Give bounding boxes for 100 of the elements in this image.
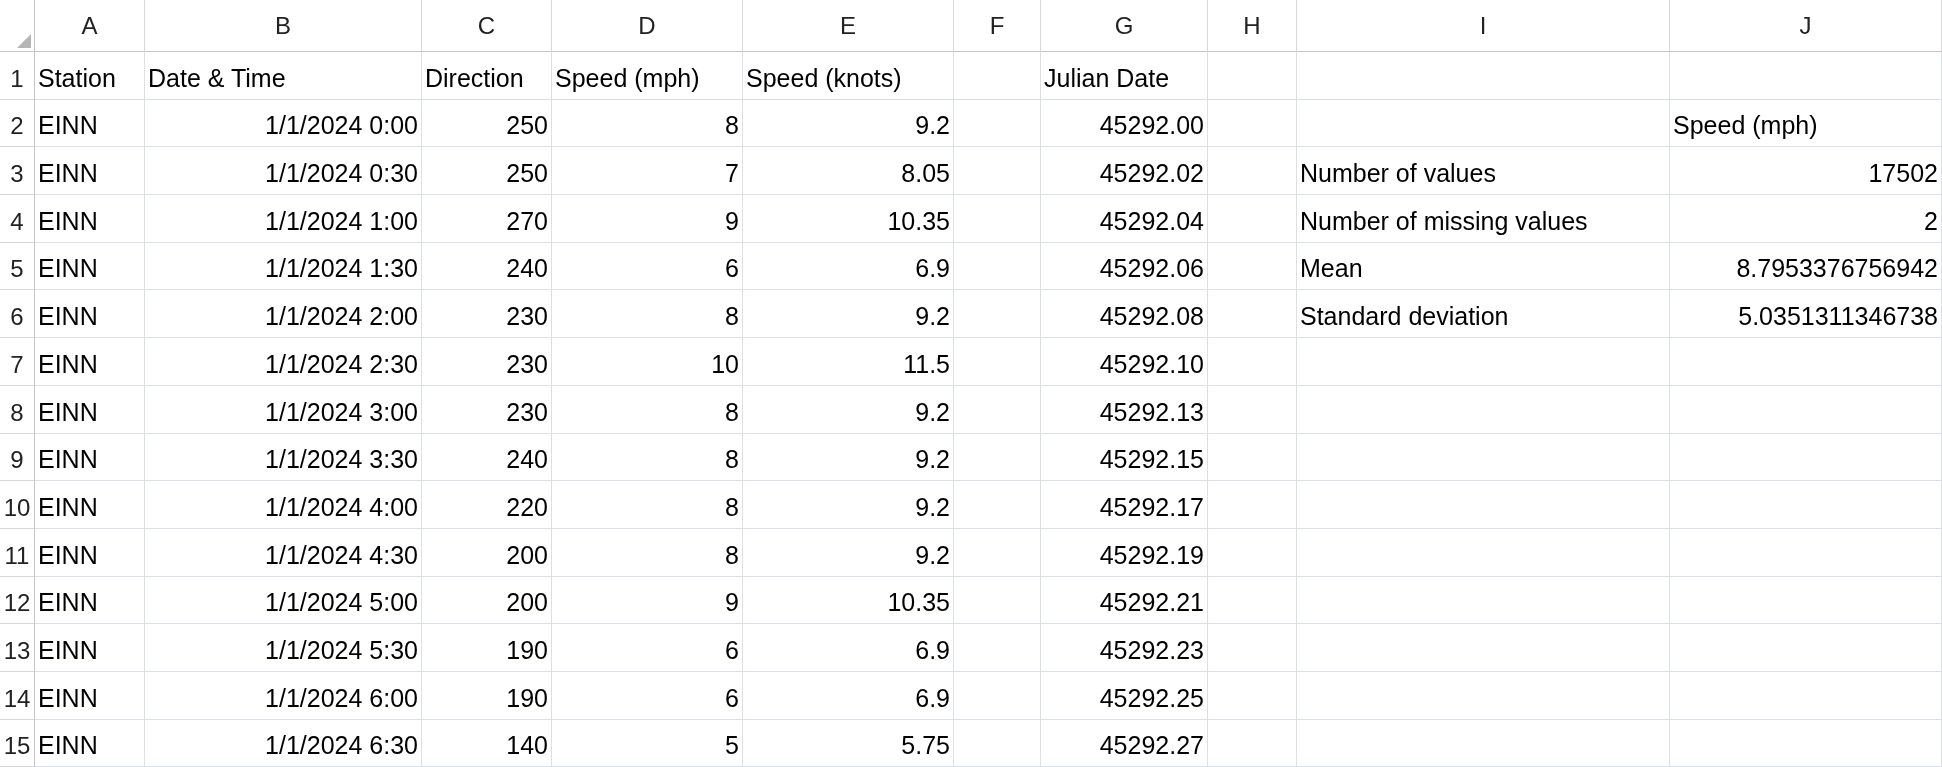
- row-header[interactable]: 4: [0, 195, 35, 243]
- table-cell: EINN: [35, 481, 145, 529]
- table-cell: EINN: [35, 147, 145, 196]
- table-cell: 1/1/2024 3:30: [145, 433, 422, 482]
- table-cell: 45292.08: [1041, 290, 1208, 339]
- column-header[interactable]: I: [1297, 0, 1670, 52]
- table-cell: 190: [422, 671, 552, 720]
- table-cell: 200: [422, 528, 552, 577]
- table-cell: Date & Time: [145, 52, 422, 100]
- table-cell: 190: [422, 624, 552, 672]
- column-header[interactable]: G: [1041, 0, 1208, 52]
- row-header[interactable]: 8: [0, 385, 35, 434]
- table-cell: 45292.15: [1041, 433, 1208, 482]
- table-cell: Speed (mph): [1670, 99, 1942, 148]
- table-cell: 9.2: [743, 481, 954, 529]
- row-header[interactable]: 14: [0, 671, 35, 720]
- table-cell: 5: [552, 719, 743, 767]
- table-cell: 1/1/2024 1:30: [145, 242, 422, 291]
- table-cell: 2: [1670, 195, 1942, 243]
- table-cell: 6.9: [743, 624, 954, 672]
- table-cell: 1/1/2024 0:30: [145, 147, 422, 196]
- column-header[interactable]: F: [954, 0, 1041, 52]
- table-cell: 8: [552, 99, 743, 148]
- table-cell: 11.5: [743, 338, 954, 386]
- table-cell: EINN: [35, 385, 145, 434]
- table-cell: 6.9: [743, 242, 954, 291]
- table-cell: 1/1/2024 1:00: [145, 195, 422, 243]
- table-cell: 8: [552, 290, 743, 339]
- row-header[interactable]: 1: [0, 52, 35, 100]
- table-cell: 8.05: [743, 147, 954, 196]
- column-header[interactable]: B: [145, 0, 422, 52]
- table-cell: 45292.13: [1041, 385, 1208, 434]
- table-cell: 230: [422, 338, 552, 386]
- table-cell: 9.2: [743, 99, 954, 148]
- table-cell: 200: [422, 576, 552, 625]
- row-header[interactable]: 6: [0, 290, 35, 339]
- row-header[interactable]: 9: [0, 433, 35, 482]
- table-cell: 6: [552, 624, 743, 672]
- row-header[interactable]: 12: [0, 576, 35, 625]
- table-cell: 230: [422, 290, 552, 339]
- row-header[interactable]: 10: [0, 481, 35, 529]
- table-cell: 1/1/2024 5:30: [145, 624, 422, 672]
- column-header[interactable]: E: [743, 0, 954, 52]
- table-cell: 6.9: [743, 671, 954, 720]
- table-cell: 9.2: [743, 290, 954, 339]
- table-cell: 1/1/2024 4:30: [145, 528, 422, 577]
- table-cell: 1/1/2024 2:00: [145, 290, 422, 339]
- row-header[interactable]: 3: [0, 147, 35, 196]
- table-cell: 45292.02: [1041, 147, 1208, 196]
- table-cell: 1/1/2024 6:30: [145, 719, 422, 767]
- table-cell: 10.35: [743, 195, 954, 243]
- table-cell: 8.7953376756942: [1670, 242, 1942, 291]
- column-header[interactable]: H: [1208, 0, 1297, 52]
- table-cell: 240: [422, 242, 552, 291]
- table-cell: 1/1/2024 4:00: [145, 481, 422, 529]
- table-cell: 270: [422, 195, 552, 243]
- table-cell: 9.2: [743, 433, 954, 482]
- column-header[interactable]: J: [1670, 0, 1942, 52]
- table-cell: 45292.23: [1041, 624, 1208, 672]
- table-cell: 45292.19: [1041, 528, 1208, 577]
- row-header[interactable]: 7: [0, 338, 35, 386]
- table-cell: Number of missing values: [1297, 195, 1670, 243]
- table-cell: 8: [552, 528, 743, 577]
- table-cell: 1/1/2024 2:30: [145, 338, 422, 386]
- table-cell: Speed (knots): [743, 52, 954, 100]
- table-cell: 45292.00: [1041, 99, 1208, 148]
- table-cell: 230: [422, 385, 552, 434]
- table-cell: EINN: [35, 624, 145, 672]
- column-header[interactable]: D: [552, 0, 743, 52]
- row-header[interactable]: 15: [0, 719, 35, 767]
- column-header[interactable]: C: [422, 0, 552, 52]
- table-cell: EINN: [35, 290, 145, 339]
- table-cell: 6: [552, 671, 743, 720]
- table-cell: 1/1/2024 3:00: [145, 385, 422, 434]
- table-cell: 5.75: [743, 719, 954, 767]
- row-header[interactable]: 5: [0, 242, 35, 291]
- table-cell: Direction: [422, 52, 552, 100]
- table-cell: Station: [35, 52, 145, 100]
- row-header[interactable]: 13: [0, 624, 35, 672]
- table-cell: 9.2: [743, 385, 954, 434]
- table-cell: EINN: [35, 719, 145, 767]
- table-cell: 9: [552, 576, 743, 625]
- table-cell: 250: [422, 99, 552, 148]
- table-cell: 10: [552, 338, 743, 386]
- table-cell: Number of values: [1297, 147, 1670, 196]
- table-cell: 17502: [1670, 147, 1942, 196]
- table-cell: 45292.25: [1041, 671, 1208, 720]
- column-header[interactable]: A: [35, 0, 145, 52]
- table-cell: 9.2: [743, 528, 954, 577]
- table-cell: 45292.21: [1041, 576, 1208, 625]
- row-header[interactable]: 2: [0, 99, 35, 148]
- table-cell: EINN: [35, 195, 145, 243]
- table-cell: 45292.10: [1041, 338, 1208, 386]
- row-header[interactable]: 11: [0, 528, 35, 577]
- select-all-icon[interactable]: [17, 34, 31, 48]
- table-cell: 140: [422, 719, 552, 767]
- table-cell: 8: [552, 433, 743, 482]
- table-cell: 220: [422, 481, 552, 529]
- table-cell: EINN: [35, 242, 145, 291]
- table-cell: 45292.06: [1041, 242, 1208, 291]
